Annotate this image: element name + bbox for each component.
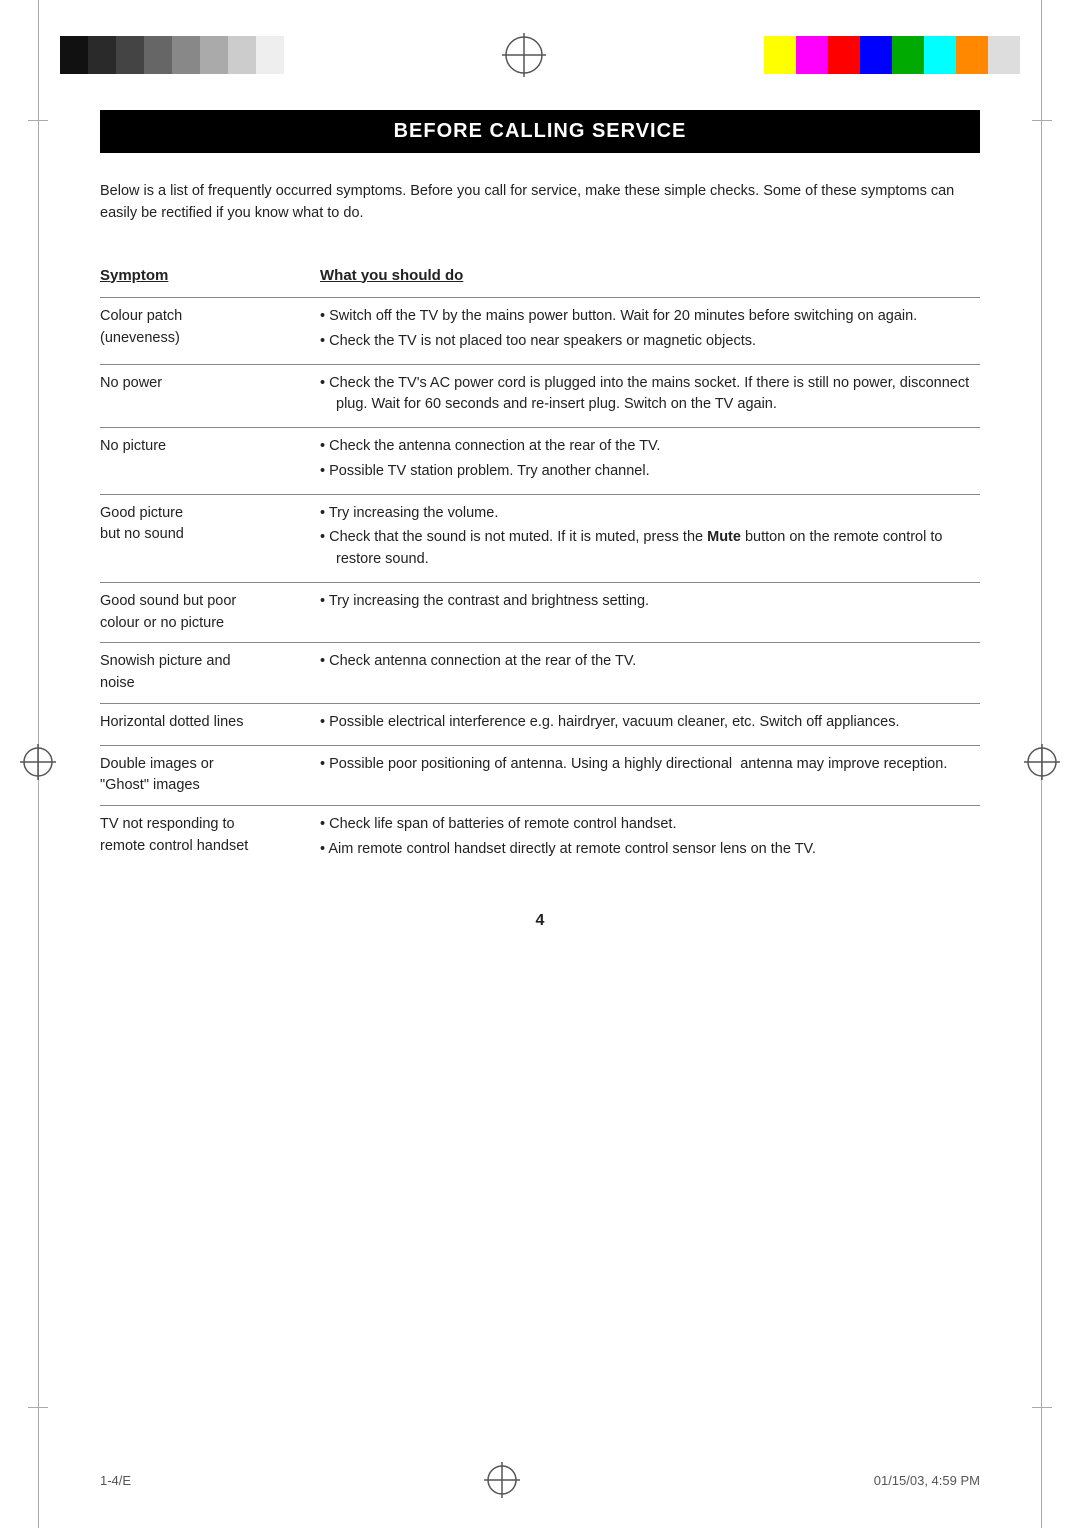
tick-right-top	[1032, 120, 1052, 121]
table-header-row: Symptom What you should do	[100, 257, 980, 298]
bullet-list: Possible poor positioning of antenna. Us…	[320, 754, 980, 776]
list-item: Check antenna connection at the rear of …	[320, 651, 980, 673]
table-row: Snowish picture andnoise Check antenna c…	[100, 643, 980, 704]
action-text: Switch off the TV by the mains power but…	[320, 298, 980, 365]
tick-right-bottom	[1032, 1407, 1052, 1408]
main-content: BEFORE CALLING SERVICE Below is a list o…	[0, 100, 1080, 1010]
symptom-text: No power	[100, 364, 320, 428]
tick-left-top	[28, 120, 48, 121]
action-header: What you should do	[320, 257, 980, 298]
action-text: Check antenna connection at the rear of …	[320, 643, 980, 704]
footer-right: 01/15/03, 4:59 PM	[874, 1473, 980, 1488]
table-row: Good sound but poorcolour or no picture …	[100, 582, 980, 643]
symptom-text: Good picturebut no sound	[100, 494, 320, 582]
action-text: Try increasing the volume. Check that th…	[320, 494, 980, 582]
footer-crosshair	[484, 1462, 520, 1498]
right-crosshair	[1024, 744, 1060, 784]
list-item: Aim remote control handset directly at r…	[320, 839, 980, 861]
page-number: 4	[100, 912, 980, 930]
symptom-text: Colour patch(uneveness)	[100, 298, 320, 365]
symptom-header: Symptom	[100, 257, 320, 298]
list-item: Check the antenna connection at the rear…	[320, 436, 980, 458]
symptom-text: Double images or"Ghost" images	[100, 745, 320, 806]
action-text: Possible electrical interference e.g. ha…	[320, 703, 980, 745]
bold-keyword: Mute	[707, 529, 741, 545]
left-crosshair	[20, 744, 56, 784]
bullet-list: Check the antenna connection at the rear…	[320, 436, 980, 483]
list-item: Try increasing the volume.	[320, 503, 980, 525]
table-row: No power Check the TV's AC power cord is…	[100, 364, 980, 428]
list-item: Possible TV station problem. Try another…	[320, 461, 980, 483]
symptom-table: Symptom What you should do Colour patch(…	[100, 257, 980, 872]
right-color-strip	[764, 36, 1020, 74]
action-text: Check life span of batteries of remote c…	[320, 806, 980, 872]
top-crosshair	[499, 30, 549, 80]
list-item: Check that the sound is not muted. If it…	[320, 527, 980, 571]
list-item: Check the TV's AC power cord is plugged …	[320, 373, 980, 417]
table-row: Good picturebut no sound Try increasing …	[100, 494, 980, 582]
intro-text: Below is a list of frequently occurred s…	[100, 181, 980, 225]
table-row: Horizontal dotted lines Possible electri…	[100, 703, 980, 745]
bullet-list: Switch off the TV by the mains power but…	[320, 306, 980, 353]
tick-left-bottom	[28, 1407, 48, 1408]
list-item: Check life span of batteries of remote c…	[320, 814, 980, 836]
table-row: Colour patch(uneveness) Switch off the T…	[100, 298, 980, 365]
bullet-list: Check antenna connection at the rear of …	[320, 651, 980, 673]
table-row: No picture Check the antenna connection …	[100, 428, 980, 495]
action-text: Check the TV's AC power cord is plugged …	[320, 364, 980, 428]
table-row: TV not responding toremote control hands…	[100, 806, 980, 872]
bullet-list: Check the TV's AC power cord is plugged …	[320, 373, 980, 417]
table-row: Double images or"Ghost" images Possible …	[100, 745, 980, 806]
page-title: BEFORE CALLING SERVICE	[120, 120, 960, 143]
bullet-list: Try increasing the volume. Check that th…	[320, 503, 980, 571]
footer: 1-4/E 01/15/03, 4:59 PM	[100, 1462, 980, 1498]
list-item: Switch off the TV by the mains power but…	[320, 306, 980, 328]
bullet-list: Check life span of batteries of remote c…	[320, 814, 980, 861]
footer-left: 1-4/E	[100, 1473, 131, 1488]
bullet-list: Possible electrical interference e.g. ha…	[320, 712, 980, 734]
list-item: Possible poor positioning of antenna. Us…	[320, 754, 980, 776]
top-bar-area	[0, 0, 1080, 100]
symptom-text: Good sound but poorcolour or no picture	[100, 582, 320, 643]
symptom-text: Snowish picture andnoise	[100, 643, 320, 704]
list-item: Possible electrical interference e.g. ha…	[320, 712, 980, 734]
bullet-list: Try increasing the contrast and brightne…	[320, 591, 980, 613]
left-color-strip	[60, 36, 284, 74]
symptom-text: No picture	[100, 428, 320, 495]
action-text: Try increasing the contrast and brightne…	[320, 582, 980, 643]
symptom-text: Horizontal dotted lines	[100, 703, 320, 745]
list-item: Try increasing the contrast and brightne…	[320, 591, 980, 613]
title-box: BEFORE CALLING SERVICE	[100, 110, 980, 153]
list-item: Check the TV is not placed too near spea…	[320, 331, 980, 353]
action-text: Possible poor positioning of antenna. Us…	[320, 745, 980, 806]
action-text: Check the antenna connection at the rear…	[320, 428, 980, 495]
symptom-text: TV not responding toremote control hands…	[100, 806, 320, 872]
